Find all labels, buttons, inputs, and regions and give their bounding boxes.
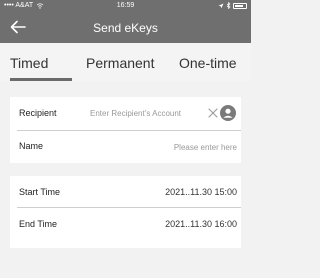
end-time-row[interactable]: End Time 2021..11.30 16:00 [10, 208, 241, 248]
end-time-value[interactable]: 2021..11.30 16:00 [165, 219, 237, 229]
name-input[interactable] [117, 140, 237, 154]
name-label: Name [19, 141, 44, 151]
recipient-account-input[interactable] [90, 106, 204, 120]
battery-icon [233, 2, 247, 9]
location-icon [218, 3, 224, 8]
start-time-row[interactable]: Start Time 2021..11.30 15:00 [10, 176, 241, 208]
header: •••• A&AT 16:59 Send eKeys [0, 0, 251, 43]
end-time-label: End Time [19, 219, 58, 229]
status-time: 16:59 [116, 2, 135, 9]
status-bar: •••• A&AT 16:59 [0, 0, 251, 13]
time-card: Start Time 2021..11.30 15:00 End Time 20… [10, 176, 241, 248]
nav-bar: Send eKeys [0, 13, 251, 43]
clear-icon[interactable] [207, 107, 219, 119]
recipient-card: Recipient Name [10, 97, 241, 163]
recipient-row: Recipient [10, 97, 241, 130]
tab-bar: Timed Permanent One-time [0, 43, 251, 81]
start-time-label: Start Time [19, 187, 61, 197]
start-time-value[interactable]: 2021..11.30 15:00 [165, 187, 237, 197]
active-tab-indicator [10, 78, 72, 81]
tab-one-time[interactable]: One-time [179, 55, 237, 71]
contact-icon[interactable] [220, 105, 236, 121]
status-right [218, 2, 247, 9]
tab-timed[interactable]: Timed [10, 55, 48, 71]
recipient-label: Recipient [19, 108, 57, 118]
page-title: Send eKeys [93, 21, 158, 35]
send-ekeys-screen: •••• A&AT 16:59 Send eKeys Timed Permane… [0, 0, 251, 278]
bluetooth-icon [226, 2, 231, 9]
tab-permanent[interactable]: Permanent [86, 55, 154, 71]
